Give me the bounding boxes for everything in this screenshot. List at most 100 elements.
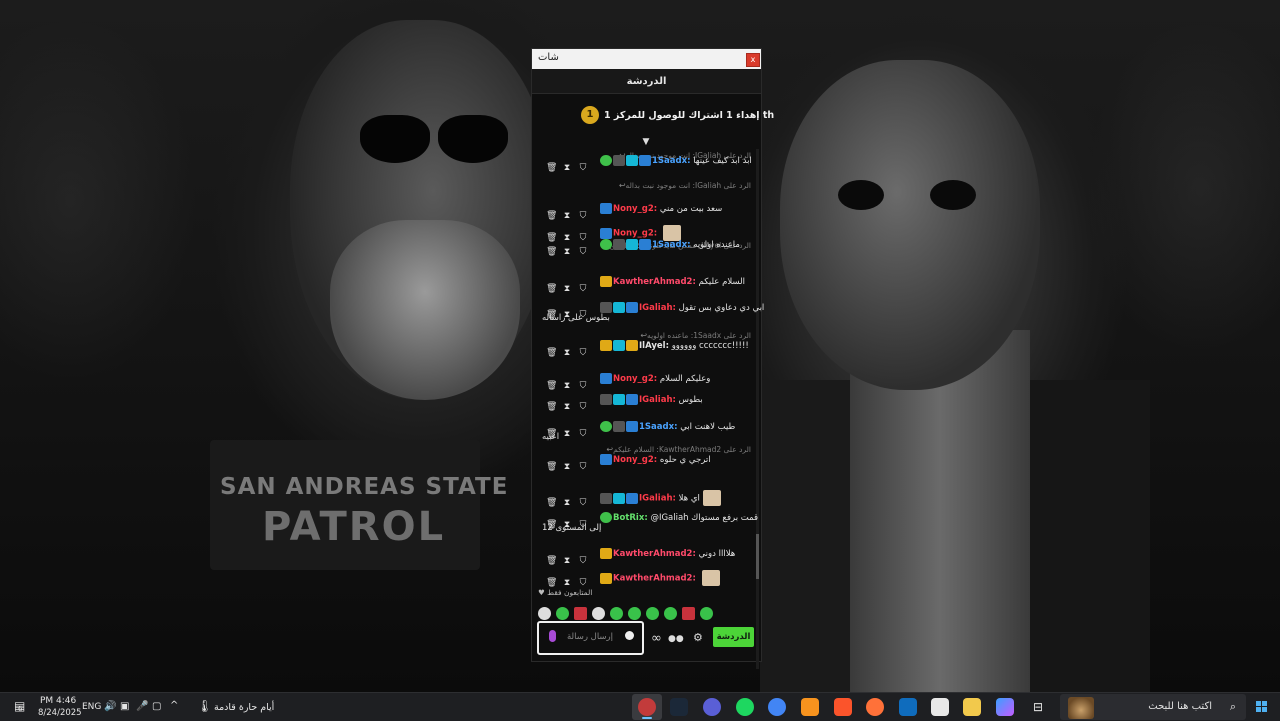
delete-icon[interactable]: 🗑 (546, 381, 557, 391)
task-view-icon[interactable]: ⊟ (1033, 700, 1043, 714)
timeout-icon[interactable]: ⧗ (562, 498, 572, 508)
emote-icon[interactable] (538, 607, 551, 620)
emote-icon[interactable] (664, 607, 677, 620)
brave-icon[interactable] (834, 698, 852, 716)
ban-icon[interactable]: ⛉ (578, 163, 588, 173)
firefox-icon[interactable] (866, 698, 884, 716)
dots-icon[interactable]: ●● (668, 634, 684, 644)
ban-icon[interactable]: ⛉ (578, 348, 588, 358)
timeout-icon[interactable]: ⧗ (562, 462, 572, 472)
username[interactable]: Nony_g2: (613, 374, 657, 384)
emote-icon[interactable] (646, 607, 659, 620)
app-icon-obs[interactable] (638, 698, 656, 716)
ban-icon[interactable]: ⛉ (578, 462, 588, 472)
delete-icon[interactable]: 🗑 (546, 556, 557, 566)
username[interactable]: IGaliah: (639, 494, 676, 504)
delete-icon[interactable]: 🗑 (546, 163, 557, 173)
outlook-icon[interactable] (899, 698, 917, 716)
emote-icon[interactable] (592, 607, 605, 620)
tray-icon[interactable]: ▢ (152, 701, 161, 712)
timeout-icon[interactable]: ⧗ (562, 402, 572, 412)
ban-icon[interactable]: ⛉ (578, 402, 588, 412)
ban-icon[interactable]: ⛉ (578, 429, 588, 439)
chat-scrollbar[interactable] (756, 149, 759, 669)
spotify-icon[interactable] (736, 698, 754, 716)
emote-bar[interactable] (538, 603, 738, 620)
windows-start-icon[interactable] (1256, 701, 1268, 713)
timeout-icon[interactable]: ⧗ (562, 381, 572, 391)
delete-icon[interactable]: 🗑 (546, 211, 557, 221)
emote-icon[interactable] (610, 607, 623, 620)
chat-message[interactable]: 🗑 ⧗ ⛉ 1Saadx: ماعنده اولويه (540, 237, 741, 257)
username[interactable]: KawtherAhmad2: (613, 277, 696, 287)
emote-icon[interactable] (574, 607, 587, 620)
username[interactable]: KawtherAhmad2: (613, 574, 696, 584)
chat-message[interactable]: 🗑 ⧗ ⛉ IlAyel: وووووو ccccccc!!!!! (540, 338, 749, 358)
weather-text[interactable]: أيام حارة قادمة (214, 702, 274, 713)
emote-icon[interactable] (556, 607, 569, 620)
ban-icon[interactable]: ⛉ (578, 381, 588, 391)
username[interactable]: IGaliah: (639, 303, 676, 313)
clock-time[interactable]: PM 4:46 (40, 696, 76, 706)
copilot-icon[interactable] (996, 698, 1014, 716)
emote-icon[interactable] (682, 607, 695, 620)
scrollbar-thumb[interactable] (756, 534, 759, 579)
timeout-icon[interactable]: ⧗ (562, 163, 572, 173)
chat-message[interactable]: 🗑 ⧗ ⛉ Nony_g2: وعليكم السلام (540, 371, 741, 391)
delete-icon[interactable]: 🗑 (546, 578, 557, 588)
username[interactable]: 1Saadx: (639, 422, 677, 432)
chat-message[interactable]: 🗑 ⧗ ⛉ KawtherAhmad2: (540, 568, 741, 588)
timeout-icon[interactable]: ⧗ (562, 556, 572, 566)
username[interactable]: IlAyel: (639, 341, 669, 351)
username[interactable]: 1Saadx: (652, 240, 690, 250)
ban-icon[interactable]: ⛉ (578, 556, 588, 566)
close-icon[interactable]: x (746, 53, 760, 67)
chrome-icon[interactable] (768, 698, 786, 716)
username[interactable]: Nony_g2: (613, 204, 657, 214)
emoji-icon[interactable] (625, 631, 634, 640)
timeout-icon[interactable]: ⧗ (562, 348, 572, 358)
app-icon-vlc[interactable] (801, 698, 819, 716)
delete-icon[interactable]: 🗑 (546, 498, 557, 508)
scroll-down-icon[interactable]: ▼ (640, 137, 652, 147)
network-icon[interactable]: ▣ (120, 701, 129, 712)
timeout-icon[interactable]: ⧗ (562, 578, 572, 588)
delete-icon[interactable]: 🗑 (546, 284, 557, 294)
app-icon-discord[interactable] (703, 698, 721, 716)
ban-icon[interactable]: ⛉ (578, 284, 588, 294)
chat-message[interactable]: 🗑 ⧗ ⛉ KawtherAhmad2: السلام عليكم (540, 274, 745, 294)
pinned-banner[interactable]: 1 إهداء 1 اشتراك للوصول للمركز 1 th (532, 95, 774, 137)
gear-icon[interactable]: ⚙ (693, 631, 703, 644)
username[interactable]: 1Saadx: (652, 156, 690, 166)
chat-message[interactable]: 🗑 ⧗ ⛉ 1Saadx: طيب لاهنت ابي (540, 419, 741, 439)
timeout-icon[interactable]: ⧗ (562, 429, 572, 439)
chevron-up-icon[interactable]: ^ (170, 700, 178, 711)
chat-message[interactable]: 🗑 ⧗ ⛉ KawtherAhmad2: هلاااا دوني (540, 546, 741, 566)
chat-message[interactable]: 🗑 ⧗ ⛉ Nony_g2: اترجي ي حلوه (540, 452, 741, 472)
delete-icon[interactable]: 🗑 (546, 402, 557, 412)
language-indicator[interactable]: ENG (82, 702, 101, 712)
ban-icon[interactable]: ⛉ (578, 211, 588, 221)
timeout-icon[interactable]: ⧗ (562, 247, 572, 257)
emote-icon[interactable] (628, 607, 641, 620)
chat-message[interactable]: 🗑 ⧗ ⛉ 1Saadx: ابد ابد كيف عينها (540, 153, 752, 173)
username[interactable]: IGaliah: (639, 395, 676, 405)
file-explorer-icon[interactable] (963, 698, 981, 716)
delete-icon[interactable]: 🗑 (546, 462, 557, 472)
ban-icon[interactable]: ⛉ (578, 578, 588, 588)
steam-icon[interactable] (670, 698, 688, 716)
username[interactable]: KawtherAhmad2: (613, 549, 696, 559)
emote-icon[interactable] (700, 607, 713, 620)
ban-icon[interactable]: ⛉ (578, 498, 588, 508)
chat-message[interactable]: 🗑 ⧗ ⛉ IGaliah: اي هلا (540, 488, 741, 508)
mic-icon[interactable] (549, 630, 556, 642)
chat-message[interactable]: 🗑 ⧗ ⛉ IGaliah: بطوس (540, 392, 741, 412)
username[interactable]: Nony_g2: (613, 455, 657, 465)
taskbar-search[interactable]: اكتب هنا للبحث ⌕ (1060, 694, 1246, 720)
store-icon[interactable] (931, 698, 949, 716)
timeout-icon[interactable]: ⧗ (562, 284, 572, 294)
delete-icon[interactable]: 🗑 (546, 348, 557, 358)
chat-send-button[interactable]: الدردشة (713, 627, 754, 647)
chat-message[interactable]: 🗑 ⧗ ⛉ Nony_g2: سعد بيت من مني (540, 201, 741, 221)
volume-icon[interactable]: 🔊 (104, 701, 116, 712)
